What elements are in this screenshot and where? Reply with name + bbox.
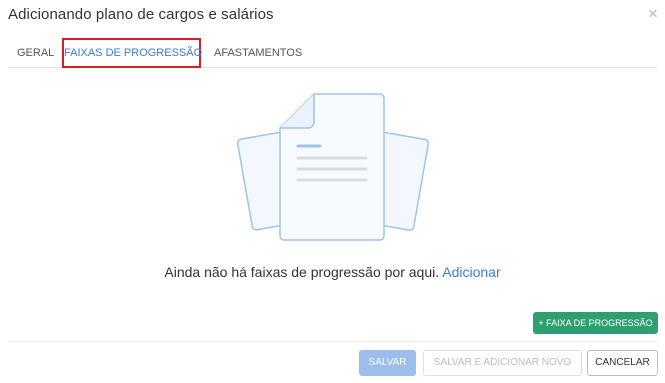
- documents-icon: [236, 92, 430, 244]
- save-and-add-new-button[interactable]: SALVAR E ADICIONAR NOVO: [423, 350, 582, 376]
- tab-faixas-de-progressao[interactable]: FAIXAS DE PROGRESSÃO: [62, 38, 202, 68]
- dialog-title: Adicionando plano de cargos e salários: [8, 6, 274, 23]
- cancel-button[interactable]: CANCELAR: [587, 350, 658, 376]
- close-icon[interactable]: ×: [644, 4, 662, 24]
- tab-afastamentos[interactable]: AFASTAMENTOS: [214, 38, 302, 68]
- empty-state-message: Ainda não há faixas de progressão por aq…: [0, 264, 665, 280]
- add-link[interactable]: Adicionar: [442, 264, 500, 280]
- tab-geral[interactable]: GERAL: [17, 38, 54, 68]
- add-progression-band-button[interactable]: + FAIXA DE PROGRESSÃO: [533, 312, 658, 334]
- empty-state-text: Ainda não há faixas de progressão por aq…: [164, 264, 440, 280]
- dialog-header: Adicionando plano de cargos e salários ×: [0, 0, 665, 34]
- save-button[interactable]: SALVAR: [359, 350, 416, 376]
- footer-divider: [8, 341, 657, 342]
- tab-bar: GERAL FAIXAS DE PROGRESSÃO AFASTAMENTOS: [8, 38, 657, 68]
- dialog: Adicionando plano de cargos e salários ×…: [0, 0, 665, 383]
